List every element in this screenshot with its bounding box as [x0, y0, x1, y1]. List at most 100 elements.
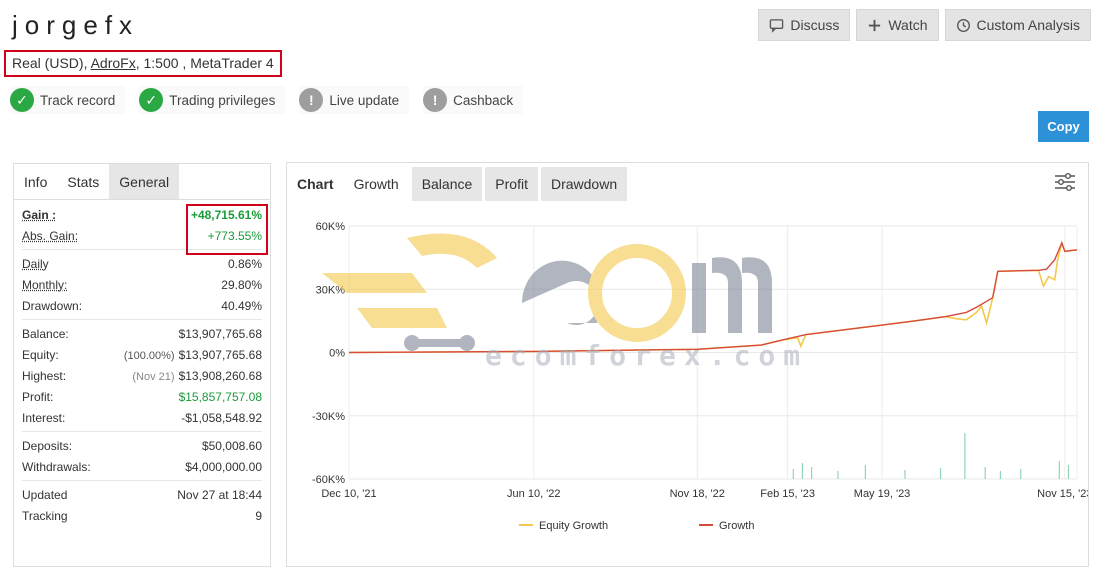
x-axis-ticks: Dec 10, '21 Jun 10, '22 Nov 18, '22 Feb 15,…: [321, 488, 1088, 500]
stat-balance: Balance: $13,907,765.68: [22, 323, 262, 344]
stat-label[interactable]: Gain :: [22, 208, 56, 222]
account-type: Real (USD),: [12, 55, 88, 71]
stat-label: Equity:: [22, 347, 59, 362]
highest-date: (Nov 21): [132, 370, 175, 383]
discuss-label: Discuss: [790, 17, 840, 33]
check-icon: ✓: [139, 88, 164, 112]
volume-bar: [801, 463, 804, 479]
stat-value: $4,000,000.00: [185, 459, 262, 474]
stat-value-group: (Nov 21) $13,908,260.68: [132, 369, 262, 383]
exclamation-icon: !: [299, 88, 324, 112]
divider: [22, 319, 262, 320]
stat-daily: Daily 0.86%: [22, 253, 262, 274]
check-icon: ✓: [10, 88, 34, 112]
stat-monthly: Monthly: 29.80%: [22, 274, 262, 295]
stat-label[interactable]: Abs. Gain:: [22, 229, 78, 243]
tab-general[interactable]: General: [109, 164, 180, 199]
discuss-button[interactable]: Discuss: [758, 9, 851, 41]
sliders-icon[interactable]: [1054, 173, 1076, 191]
stat-label: Highest:: [22, 368, 67, 383]
stat-updated: Updated Nov 27 at 18:44: [22, 484, 262, 505]
watch-label: Watch: [888, 17, 928, 33]
watch-button[interactable]: Watch: [856, 9, 939, 41]
stat-label: Tracking: [22, 508, 68, 523]
badge-trading-privileges[interactable]: ✓ Trading privileges: [139, 86, 286, 114]
badge-label: Trading privileges: [169, 92, 276, 108]
chart-tabs: Chart Growth Balance Profit Drawdown: [287, 167, 628, 201]
watermark-text: ecomforex.com: [485, 339, 809, 372]
volume-bar: [1058, 461, 1060, 479]
divider: [22, 480, 262, 481]
stat-drawdown: Drawdown: 40.49%: [22, 295, 262, 316]
volume-bar: [964, 433, 966, 479]
chat-icon: [770, 18, 784, 33]
stats-tabs: Info Stats General: [14, 164, 270, 200]
status-badges: ✓ Track record ✓ Trading privileges ! Li…: [10, 86, 524, 114]
badge-cashback[interactable]: ! Cashback: [423, 86, 524, 114]
stat-value: -$1,058,548.92: [181, 410, 262, 425]
stat-label: Drawdown:: [22, 298, 83, 313]
x-tick-label: Jun 10, '22: [507, 488, 560, 500]
stat-value: $15,857,757.08: [178, 389, 262, 404]
x-tick-label: Nov 15, '23: [1037, 488, 1088, 500]
tab-stats[interactable]: Stats: [57, 164, 109, 199]
tab-growth[interactable]: Growth: [344, 167, 409, 201]
divider: [22, 431, 262, 432]
volume-bar: [939, 468, 942, 479]
legend-label: Growth: [719, 520, 754, 532]
stat-withdrawals: Withdrawals: $4,000,000.00: [22, 456, 262, 477]
stat-value: 0.86%: [227, 256, 262, 271]
stat-value: Nov 27 at 18:44: [177, 487, 262, 502]
chart-tabs-label: Chart: [297, 176, 334, 192]
stat-label: Withdrawals:: [22, 459, 91, 474]
volume-bar: [904, 470, 906, 479]
watermark-shape: [412, 339, 467, 347]
volume-bar: [792, 469, 794, 479]
tab-profit[interactable]: Profit: [485, 167, 538, 201]
plus-icon: [869, 19, 881, 31]
badge-label: Live update: [329, 92, 400, 108]
stat-equity: Equity: (100.00%) $13,907,765.68: [22, 344, 262, 365]
stat-value: 9: [255, 508, 262, 523]
badge-track-record[interactable]: ✓ Track record: [10, 86, 126, 114]
tab-balance[interactable]: Balance: [411, 167, 483, 201]
volume-bar: [810, 467, 813, 479]
stat-label: Deposits:: [22, 438, 73, 453]
stat-value: 29.80%: [221, 277, 262, 292]
badge-live-update[interactable]: ! Live update: [299, 86, 410, 114]
stat-value: 40.49%: [221, 298, 262, 313]
stat-value: $50,008.60: [201, 438, 262, 453]
chart-panel: Chart Growth Balance Profit Drawdown 60K…: [286, 162, 1089, 567]
copy-button[interactable]: Copy: [1038, 111, 1089, 142]
broker-link[interactable]: AdroFx: [91, 55, 136, 71]
volume-bar: [837, 471, 839, 479]
volume-bar: [1020, 469, 1022, 479]
stat-highest: Highest: (Nov 21) $13,908,260.68: [22, 365, 262, 386]
stat-label: Interest:: [22, 410, 66, 425]
stats-panel: Info Stats General Gain : +48,715.61% Ab…: [13, 163, 271, 567]
stat-tracking: Tracking 9: [22, 505, 262, 526]
tab-info[interactable]: Info: [14, 164, 57, 199]
stat-value-group: (100.00%) $13,907,765.68: [124, 348, 262, 362]
ecomforex-watermark-logo: [322, 233, 772, 351]
x-tick-label: Feb 15, '23: [760, 488, 815, 500]
watermark-shape: [322, 273, 427, 293]
exclamation-icon: !: [423, 88, 448, 112]
legend-label: Equity Growth: [539, 520, 608, 532]
x-tick-label: Nov 18, '22: [670, 488, 725, 500]
stat-value: $13,908,260.68: [178, 368, 262, 383]
stat-value: $13,907,765.68: [178, 347, 262, 362]
volume-bar: [864, 465, 866, 479]
custom-analysis-button[interactable]: Custom Analysis: [944, 9, 1091, 41]
stat-label[interactable]: Daily: [22, 257, 49, 271]
clock-icon: [956, 18, 970, 32]
y-tick-label: -60K%: [312, 474, 345, 486]
stat-label: Balance:: [22, 326, 69, 341]
custom-analysis-label: Custom Analysis: [976, 17, 1080, 33]
chart-legend: Equity Growth Growth: [519, 520, 754, 532]
y-tick-label: -30K%: [312, 411, 345, 423]
account-subtitle: Real (USD), AdroFx, 1:500 , MetaTrader 4: [4, 50, 282, 77]
tab-drawdown[interactable]: Drawdown: [540, 167, 628, 201]
volume-bars: [792, 433, 1070, 479]
stat-label[interactable]: Monthly:: [22, 278, 67, 292]
